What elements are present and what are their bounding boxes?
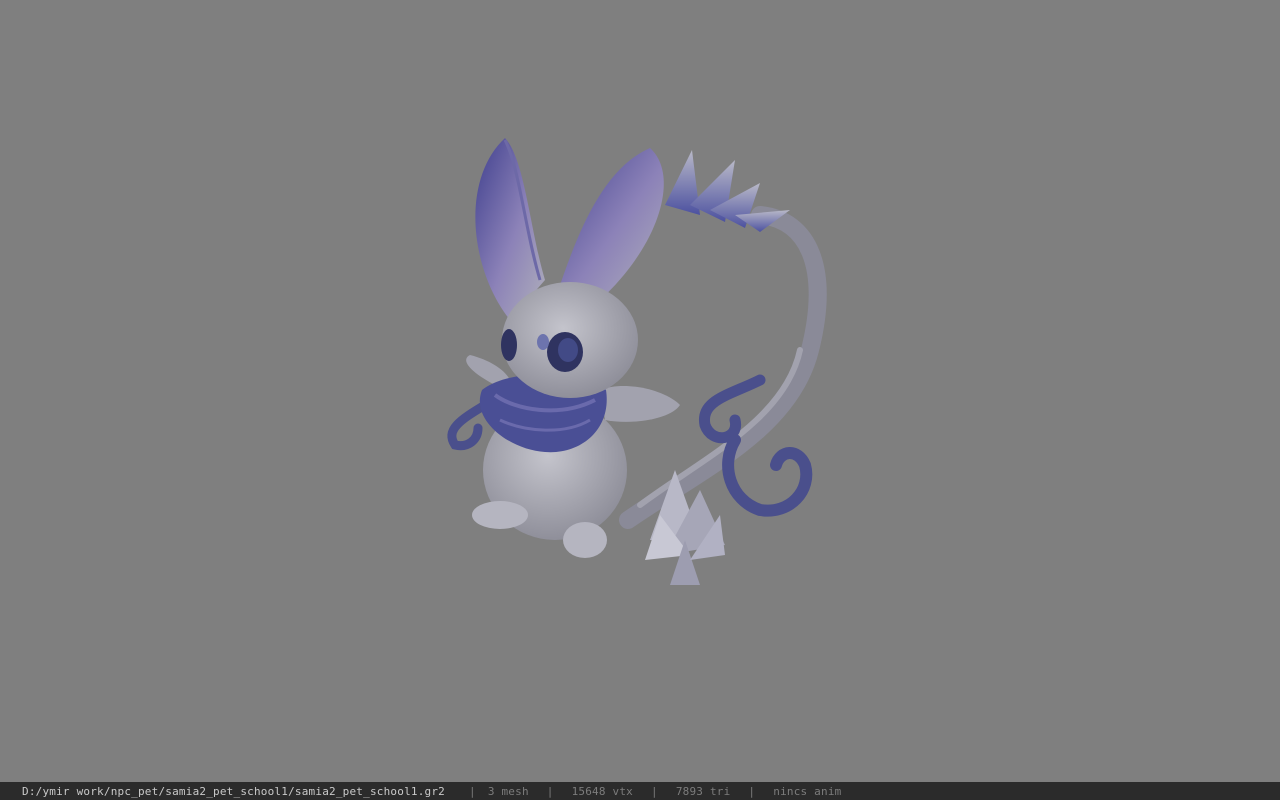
- mesh-count: 3 mesh: [487, 784, 529, 798]
- triangle-count: 7893 tri: [675, 784, 731, 798]
- model-path: D:/ymir work/npc_pet/samia2_pet_school1/…: [22, 784, 445, 798]
- separator: |: [651, 784, 658, 798]
- creature-model-icon: [447, 138, 827, 585]
- separator: |: [546, 784, 554, 798]
- status-bar: D:/ymir work/npc_pet/samia2_pet_school1/…: [0, 782, 1280, 800]
- 3d-viewport[interactable]: [0, 0, 1280, 782]
- animation-status: nincs anim: [773, 784, 842, 798]
- separator: |: [748, 784, 756, 798]
- vertex-count: 15648 vtx: [571, 784, 633, 798]
- separator: |: [469, 784, 476, 798]
